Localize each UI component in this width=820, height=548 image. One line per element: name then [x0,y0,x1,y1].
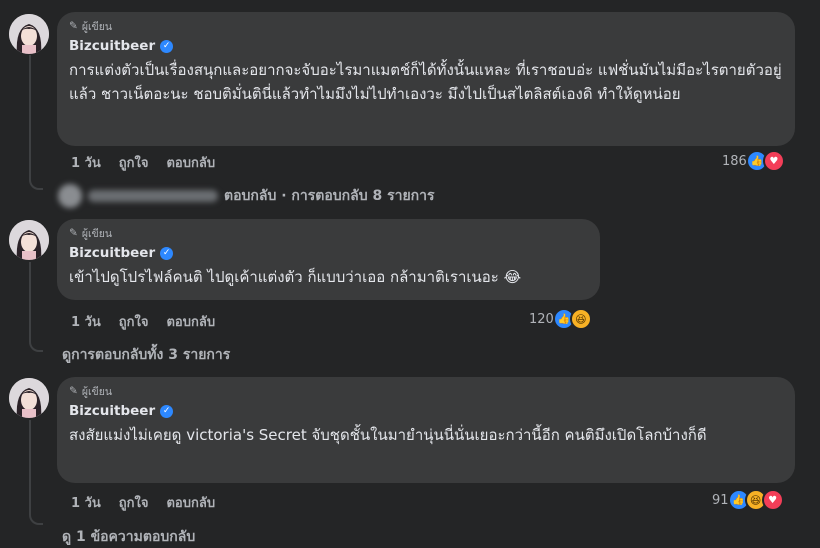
verified-icon: ✓ [160,39,174,53]
love-icon: ♥ [762,150,785,172]
avatar[interactable] [9,378,49,418]
reaction-summary[interactable]: 91 👍 😆 ♥ [712,489,784,511]
view-replies-link[interactable]: ตอบกลับ · การตอบกลับ 8 รายการ [58,184,435,208]
comment-bubble: ✎ ผู้เขียน Bizcuitbeer ✓ การแต่งตัวเป็นเ… [57,12,795,146]
verified-icon: ✓ [160,246,174,260]
view-replies-label: ดู 1 ข้อความตอบกลับ [62,529,196,545]
view-replies-label: ตอบกลับ · การตอบกลับ 8 รายการ [224,188,435,204]
reaction-count: 186 [722,153,747,169]
thread-elbow [29,178,43,190]
comment-author[interactable]: Bizcuitbeer [69,245,155,261]
view-replies-link[interactable]: ดูการตอบกลับทั้ง 3 รายการ [62,344,230,366]
thread-elbow [29,513,43,525]
comment-actions: 1 วัน ถูกใจ ตอบกลับ [71,311,215,332]
love-icon: ♥ [761,489,784,511]
like-button[interactable]: ถูกใจ [119,311,149,332]
thread-line [29,262,31,340]
author-badge-label: ผู้เขียน [81,227,113,240]
view-replies-label: ดูการตอบกลับทั้ง 3 รายการ [62,347,231,363]
haha-icon: 😆 [569,308,592,330]
avatar[interactable] [9,220,49,260]
comment-text: การแต่งตัวเป็นเรื่องสนุกและอยากจะจับอะไร… [69,61,782,103]
reaction-count: 120 [529,311,554,327]
comment-time[interactable]: 1 วัน [71,311,101,332]
blurred-reply-author [58,184,218,208]
verified-icon: ✓ [160,404,174,418]
reply-button[interactable]: ตอบกลับ [166,492,215,513]
like-button[interactable]: ถูกใจ [119,152,149,173]
like-button[interactable]: ถูกใจ [119,492,149,513]
author-badge: ✎ ผู้เขียน [69,18,783,34]
author-badge-label: ผู้เขียน [81,20,113,33]
comment-time[interactable]: 1 วัน [71,152,101,173]
author-badge: ✎ ผู้เขียน [69,383,783,399]
comment-author[interactable]: Bizcuitbeer [69,38,155,54]
pencil-icon: ✎ [69,20,78,32]
pencil-icon: ✎ [69,227,78,239]
comment-bubble: ✎ ผู้เขียน Bizcuitbeer ✓ สงสัยแม่งไม่เคย… [57,377,795,483]
comment-time[interactable]: 1 วัน [71,492,101,513]
view-replies-link[interactable]: ดู 1 ข้อความตอบกลับ [62,526,195,548]
comment-text: เข้าไปดูโปรไฟล์คนติ ไปดูเค้าแต่งตัว ก็แบ… [69,268,522,286]
reaction-count: 91 [712,492,729,508]
thread-line [29,420,31,515]
comment-actions: 1 วัน ถูกใจ ตอบกลับ [71,152,215,173]
author-badge: ✎ ผู้เขียน [69,225,588,241]
comment-author[interactable]: Bizcuitbeer [69,403,155,419]
pencil-icon: ✎ [69,385,78,397]
comment-bubble: ✎ ผู้เขียน Bizcuitbeer ✓ เข้าไปดูโปรไฟล์… [57,219,600,300]
author-badge-label: ผู้เขียน [81,385,113,398]
thread-line [29,55,31,180]
reply-button[interactable]: ตอบกลับ [166,311,215,332]
comment-text: สงสัยแม่งไม่เคยดู victoria's Secret จับช… [69,426,707,444]
reply-button[interactable]: ตอบกลับ [166,152,215,173]
comment-actions: 1 วัน ถูกใจ ตอบกลับ [71,492,215,513]
avatar[interactable] [9,14,49,54]
reaction-summary[interactable]: 120 👍 😆 [529,308,592,330]
reaction-summary[interactable]: 186 👍 ♥ [722,150,785,172]
thread-elbow [29,340,43,352]
